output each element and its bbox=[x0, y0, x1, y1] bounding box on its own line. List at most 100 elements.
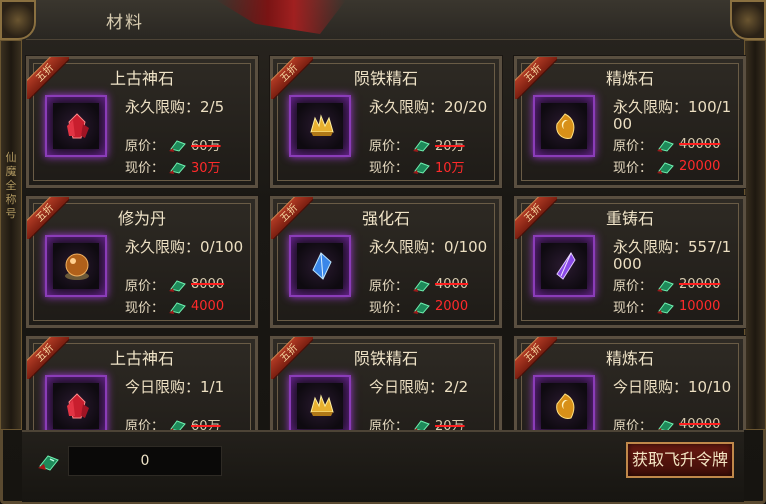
current-price-value: 4000 bbox=[191, 299, 225, 314]
purchase-limit: 永久限购：2/5 bbox=[125, 98, 225, 116]
moon-stone-icon bbox=[556, 393, 575, 419]
original-price-label: 原价： bbox=[369, 139, 409, 154]
original-price-value: 20万 bbox=[435, 419, 465, 430]
original-price-value: 8000 bbox=[191, 277, 225, 292]
original-price-label: 原价： bbox=[125, 419, 165, 430]
item-slot[interactable] bbox=[289, 235, 351, 297]
original-price-value: 40000 bbox=[679, 137, 721, 152]
current-price-label: 现价： bbox=[125, 301, 165, 316]
original-price-value: 40000 bbox=[679, 417, 721, 430]
original-price-value: 4000 bbox=[435, 277, 469, 292]
jade-token-icon bbox=[413, 301, 430, 314]
item-slot-inner bbox=[541, 103, 587, 149]
window-title: 材料 bbox=[106, 13, 144, 33]
original-price-row: 原价： 40000 bbox=[613, 135, 720, 154]
current-price-value: 2000 bbox=[435, 299, 469, 314]
original-price-row: 原价： 4000 bbox=[369, 275, 468, 294]
shop-item-card[interactable]: 五折 精炼石 今日限购：10/10 原价： 40000 现价： bbox=[513, 335, 746, 430]
purple-crystal-icon bbox=[556, 252, 576, 280]
red-crystal-icon bbox=[67, 113, 89, 139]
original-price-row: 原价： 60万 bbox=[125, 415, 221, 430]
item-name: 修为丹 bbox=[117, 209, 166, 228]
corner-ornament-right bbox=[730, 0, 766, 40]
item-slot-inner bbox=[53, 383, 99, 429]
item-slot[interactable] bbox=[533, 375, 595, 430]
original-price-label: 原价： bbox=[125, 139, 165, 154]
item-slot-inner bbox=[297, 383, 343, 429]
shop-item-card[interactable]: 五折 修为丹 永久限购：0/100 原价： 8000 现价： 4000 bbox=[25, 195, 259, 329]
shop-item-card[interactable]: 五折 陨铁精石 永久限购：20/20 原价： 20万 现价： 10万 bbox=[269, 55, 503, 189]
item-slot[interactable] bbox=[289, 375, 351, 430]
red-crystal-icon bbox=[67, 393, 89, 419]
jade-token-icon bbox=[169, 161, 186, 174]
current-price-value: 30万 bbox=[191, 161, 221, 176]
current-price-value: 10万 bbox=[435, 161, 465, 176]
blue-crystal-icon bbox=[312, 252, 332, 280]
original-price-row: 原价： 20万 bbox=[369, 415, 465, 430]
shop-item-card[interactable]: 五折 重铸石 永久限购：557/1000 原价： 20000 现价： 10000 bbox=[513, 195, 746, 329]
item-name: 精炼石 bbox=[605, 69, 654, 88]
item-name: 上古神石 bbox=[109, 349, 174, 368]
item-name: 上古神石 bbox=[109, 69, 174, 88]
purchase-limit: 今日限购：10/10 bbox=[613, 378, 732, 396]
current-price-label: 现价： bbox=[369, 301, 409, 316]
shop-item-card[interactable]: 五折 上古神石 今日限购：1/1 原价： 60万 现价： bbox=[25, 335, 259, 430]
item-slot-inner bbox=[53, 243, 99, 289]
current-price-row: 现价： 10000 bbox=[613, 297, 720, 316]
jade-token-icon bbox=[169, 419, 186, 430]
original-price-value: 20000 bbox=[679, 277, 721, 292]
current-price-label: 现价： bbox=[369, 161, 409, 176]
bottom-bar: 0 获取飞升令牌 bbox=[22, 430, 744, 502]
item-slot[interactable] bbox=[533, 235, 595, 297]
title-bar: 材料 bbox=[26, 0, 740, 40]
original-price-row: 原价： 60万 bbox=[125, 135, 221, 154]
item-name: 重铸石 bbox=[605, 209, 654, 228]
jade-token-icon bbox=[169, 139, 186, 152]
purchase-limit: 永久限购：20/20 bbox=[369, 98, 488, 116]
original-price-row: 原价： 40000 bbox=[613, 415, 720, 430]
current-price-row: 现价： 20000 bbox=[613, 157, 720, 176]
jade-token-icon bbox=[657, 161, 674, 174]
shop-item-card[interactable]: 五折 精炼石 永久限购：100/100 原价： 40000 现价： 20000 bbox=[513, 55, 746, 189]
item-slot[interactable] bbox=[45, 235, 107, 297]
current-price-row: 现价： 2000 bbox=[369, 297, 468, 316]
jade-token-icon bbox=[657, 139, 674, 152]
original-price-label: 原价： bbox=[369, 419, 409, 430]
purchase-limit: 永久限购：557/1000 bbox=[613, 238, 732, 273]
shop-item-card[interactable]: 五折 强化石 永久限购：0/100 原价： 4000 现价： 2000 bbox=[269, 195, 503, 329]
current-price-row: 现价： 4000 bbox=[125, 297, 224, 316]
jade-token-icon bbox=[657, 279, 674, 292]
moon-stone-icon bbox=[556, 113, 575, 139]
gold-crystal-icon bbox=[310, 394, 334, 416]
purchase-limit: 永久限购：0/100 bbox=[125, 238, 244, 256]
purchase-limit: 永久限购：0/100 bbox=[369, 238, 488, 256]
obtain-token-button[interactable]: 获取飞升令牌 bbox=[626, 442, 734, 478]
jade-token-icon bbox=[413, 419, 430, 430]
jade-token-icon bbox=[413, 139, 430, 152]
original-price-label: 原价： bbox=[613, 279, 653, 294]
corner-ornament-left bbox=[0, 0, 36, 40]
item-grid: 五折 上古神石 永久限购：2/5 原价： 60万 现价： 30万 五折 陨铁精石 bbox=[24, 46, 746, 430]
purchase-limit: 永久限购：100/100 bbox=[613, 98, 732, 133]
original-price-row: 原价： 20万 bbox=[369, 135, 465, 154]
title-ornament bbox=[216, 0, 346, 34]
jade-token-icon bbox=[169, 301, 186, 314]
shop-item-card[interactable]: 五折 陨铁精石 今日限购：2/2 原价： 20万 现价： bbox=[269, 335, 503, 430]
shop-item-card[interactable]: 五折 上古神石 永久限购：2/5 原价： 60万 现价： 30万 bbox=[25, 55, 259, 189]
item-slot[interactable] bbox=[533, 95, 595, 157]
item-slot[interactable] bbox=[45, 375, 107, 430]
original-price-value: 60万 bbox=[191, 139, 221, 154]
item-slot[interactable] bbox=[289, 95, 351, 157]
orb-icon bbox=[65, 253, 89, 280]
item-slot-inner bbox=[53, 103, 99, 149]
current-price-label: 现价： bbox=[613, 161, 653, 176]
item-slot-inner bbox=[297, 243, 343, 289]
purchase-limit: 今日限购：1/1 bbox=[125, 378, 225, 396]
jade-token-icon bbox=[657, 301, 674, 314]
purchase-limit: 今日限购：2/2 bbox=[369, 378, 469, 396]
original-price-label: 原价： bbox=[613, 419, 653, 430]
jade-token-icon bbox=[169, 279, 186, 292]
original-price-label: 原价： bbox=[369, 279, 409, 294]
original-price-label: 原价： bbox=[125, 279, 165, 294]
item-slot[interactable] bbox=[45, 95, 107, 157]
